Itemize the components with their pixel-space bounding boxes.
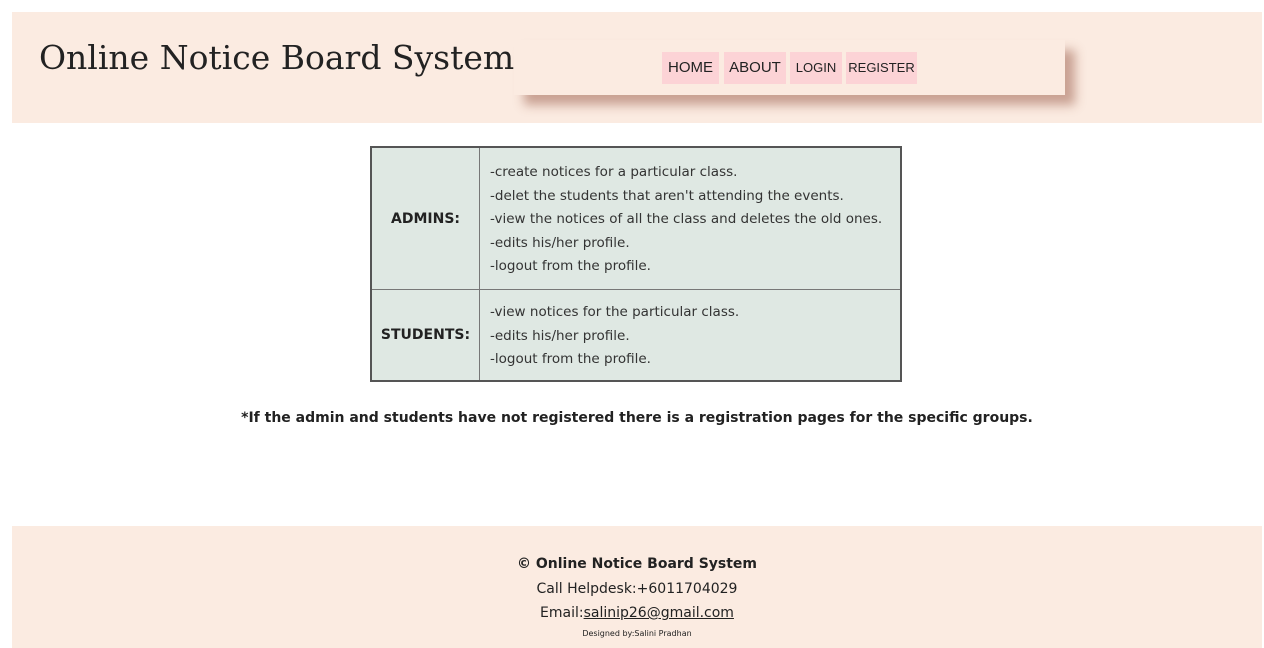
roles-table: ADMINS: -create notices for a particular…	[370, 146, 902, 382]
footer-email: Email:salinip26@gmail.com	[12, 605, 1262, 621]
students-capability: -view notices for the particular class.	[490, 304, 740, 320]
registration-note: *If the admin and students have not regi…	[241, 410, 1033, 426]
admins-label: ADMINS:	[372, 148, 480, 289]
students-row: STUDENTS: -view notices for the particul…	[372, 290, 900, 380]
footer-email-link[interactable]: salinip26@gmail.com	[584, 605, 734, 621]
site-footer: © Online Notice Board System Call Helpde…	[12, 526, 1262, 648]
admins-capability: -view the notices of all the class and d…	[490, 211, 883, 227]
site-header: Online Notice Board System HOME ABOUT LO…	[12, 12, 1262, 123]
footer-copyright: © Online Notice Board System	[516, 556, 758, 572]
admins-capability: -logout from the profile.	[490, 258, 651, 274]
footer-email-prefix: Email:	[540, 605, 584, 621]
footer-designed-by: Designed by:Salini Pradhan	[582, 629, 692, 638]
students-capabilities: -view notices for the particular class. …	[490, 301, 739, 372]
students-capability: -logout from the profile.	[490, 351, 651, 367]
students-capability: -edits his/her profile.	[490, 327, 630, 344]
nav-about-link[interactable]: ABOUT	[724, 52, 786, 84]
admins-row: ADMINS: -create notices for a particular…	[372, 148, 900, 290]
admins-capabilities: -create notices for a particular class. …	[490, 161, 882, 279]
footer-helpdesk: Call Helpdesk:+6011704029	[536, 581, 738, 597]
nav-login-link[interactable]: LOGIN	[790, 52, 842, 84]
nav-home-link[interactable]: HOME	[662, 52, 719, 84]
admins-capability: -delet the students that aren't attendin…	[490, 187, 844, 204]
nav-register-link[interactable]: REGISTER	[846, 52, 917, 84]
site-title: Online Notice Board System	[39, 38, 515, 77]
admins-capability: -edits his/her profile.	[490, 234, 630, 251]
students-label: STUDENTS:	[372, 290, 480, 380]
admins-capability: -create notices for a particular class.	[490, 164, 738, 180]
main-nav: HOME ABOUT LOGIN REGISTER	[514, 40, 1065, 95]
page: Online Notice Board System HOME ABOUT LO…	[12, 12, 1262, 648]
